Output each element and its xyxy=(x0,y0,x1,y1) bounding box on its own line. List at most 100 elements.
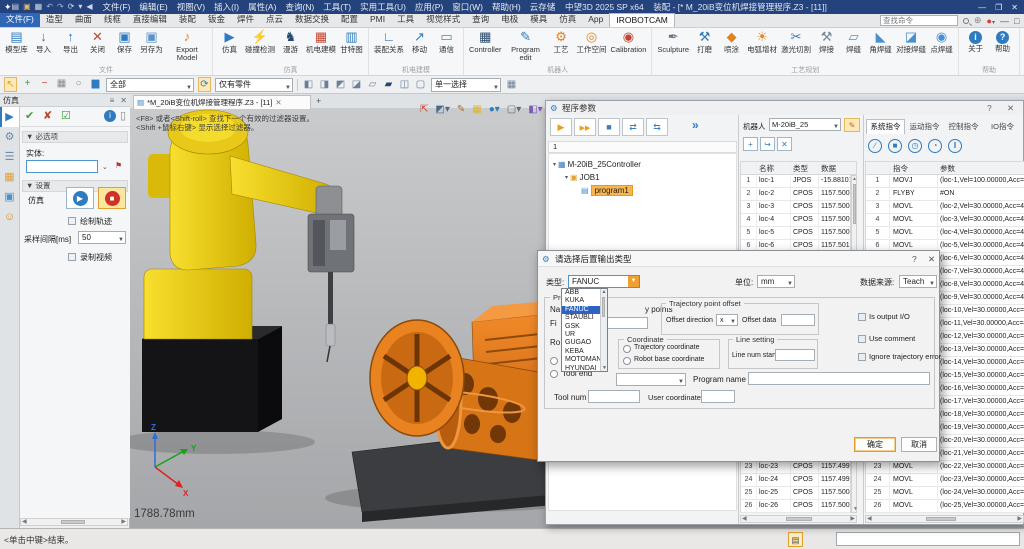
command-row[interactable]: 26 MOVL (loc-25,Vel=30.00000,Acc=40.0 xyxy=(866,500,1024,513)
quick-access-icon[interactable]: ▤ xyxy=(12,1,20,13)
tool-end-radio[interactable] xyxy=(550,370,558,378)
ribbon-tab[interactable]: 工具 xyxy=(391,13,420,27)
entity-filter-icon[interactable]: ▰ xyxy=(382,78,395,91)
panel-strip-icon[interactable]: ☺ xyxy=(0,207,19,227)
ribbon-tab[interactable]: 钣金 xyxy=(202,13,231,27)
toolbar-icon[interactable]: ▦ xyxy=(55,77,68,92)
quick-access-icon[interactable]: ▦ xyxy=(35,1,43,13)
view-toolbar-icon[interactable]: ✎ xyxy=(457,104,465,115)
column-header-params[interactable]: 参数 xyxy=(938,162,1024,174)
toolbar-icon[interactable]: ↖ xyxy=(4,77,17,92)
ribbon-button[interactable]: ▦ 机电建模 xyxy=(304,29,338,67)
ribbon-button[interactable]: ◉ 点焊缝 xyxy=(928,29,955,67)
trajectory-coordinate-radio[interactable] xyxy=(623,345,631,353)
location-toolbar-button[interactable]: + xyxy=(743,137,758,151)
quick-access-icon[interactable]: ▾ xyxy=(78,1,82,13)
ribbon-button[interactable]: ▣ 保存 xyxy=(111,29,138,67)
command-tab[interactable]: 运动指令 xyxy=(905,119,944,134)
dialog-help-icon[interactable]: ? xyxy=(912,251,917,267)
dropdown-item[interactable]: KUKA xyxy=(562,297,601,305)
type-combobox[interactable]: FANUC ▼ xyxy=(568,275,640,288)
view-toolbar-icon[interactable]: ●▾ xyxy=(489,104,500,115)
joint-space-radio[interactable] xyxy=(550,357,558,365)
ribbon-button[interactable]: ▶ 仿真 xyxy=(216,29,243,67)
ribbon-button[interactable]: ↗ 移动 xyxy=(406,29,433,67)
ribbon-tab[interactable]: 配置 xyxy=(335,13,364,27)
location-row[interactable]: 23 loc-23 CPOS 1157.4999 xyxy=(741,461,850,474)
ribbon-button[interactable]: ▥ 甘特图 xyxy=(338,29,365,67)
locations-horizontal-scrollbar[interactable]: ◀ ▶ xyxy=(740,515,857,523)
location-toolbar-button[interactable]: ↪ xyxy=(760,137,775,151)
ribbon-button[interactable]: ? 帮助 xyxy=(989,29,1016,67)
ribbon-button[interactable]: ♞ 漫游 xyxy=(277,29,304,67)
menu-item[interactable]: 查询(N) xyxy=(285,1,314,13)
is-output-io-checkbox[interactable] xyxy=(858,313,866,321)
toolbar-icon[interactable]: − xyxy=(38,77,51,92)
help-menu-icon[interactable]: ●▾ xyxy=(987,16,995,26)
dropdown-item[interactable]: HYUNDAI xyxy=(562,365,601,373)
ribbon-tab[interactable]: 文件(F) xyxy=(0,13,40,27)
program-toolbar-button[interactable]: ⇄ xyxy=(622,118,644,136)
simulate-play-button[interactable]: ▶ xyxy=(66,187,94,209)
panel-horizontal-scrollbar[interactable]: ◀ ▶ xyxy=(20,518,128,526)
program-name-input[interactable] xyxy=(748,372,930,385)
ribbon-button[interactable]: ◪ 对接焊缝 xyxy=(894,29,928,67)
ribbon-button[interactable]: ⚙ 工艺 xyxy=(548,29,575,67)
user-coordinate-input[interactable] xyxy=(701,390,735,403)
ribbon-button[interactable]: ◉ Calibration xyxy=(609,29,649,67)
ribbon-button[interactable]: ✒ Sculpture xyxy=(655,29,691,67)
panel-close-icon[interactable]: ✕ xyxy=(120,94,127,107)
toolbar-icon[interactable]: ○ xyxy=(72,77,85,92)
menu-item[interactable]: 工具(T) xyxy=(323,1,351,13)
ribbon-tab[interactable]: PMI xyxy=(364,13,391,27)
refresh-filter-icon[interactable]: ⟳ xyxy=(198,77,211,92)
view-toolbar-icon[interactable]: ▦ xyxy=(472,104,481,115)
ribbon-tab[interactable]: 查询 xyxy=(466,13,495,27)
panel-menu-icon[interactable]: ≡ xyxy=(110,94,115,107)
dialog-close-icon[interactable]: ✕ xyxy=(928,251,935,267)
location-toolbar-button[interactable]: ✕ xyxy=(777,137,792,151)
panel-strip-icon[interactable]: ⚙ xyxy=(0,127,19,147)
selection-mode-combobox[interactable]: 单一选择 ▼ xyxy=(431,77,501,92)
dropdown-item[interactable]: MOTOMAN xyxy=(562,356,601,364)
unit-combobox[interactable]: mm ▼ xyxy=(757,275,795,288)
program-toolbar-button[interactable]: ⇆ xyxy=(646,118,668,136)
quick-access-icon[interactable]: ▣ xyxy=(23,1,31,13)
line-num-start-input[interactable] xyxy=(775,349,815,361)
data-source-combobox[interactable]: Teach ▼ xyxy=(899,275,937,288)
ignore-error-checkbox[interactable] xyxy=(858,353,866,361)
menu-item[interactable]: 实用工具(U) xyxy=(360,1,406,13)
menu-item[interactable]: 窗口(W) xyxy=(452,1,483,13)
quick-access-icon[interactable]: ⟳ xyxy=(68,1,75,13)
cancel-icon[interactable]: ✘ xyxy=(43,107,52,126)
ribbon-button[interactable]: ⚒ 焊接 xyxy=(813,29,840,67)
ribbon-tab[interactable]: 数据交换 xyxy=(289,13,335,27)
ribbon-button[interactable]: ✕ 关闭 xyxy=(84,29,111,67)
quick-access-icon[interactable]: ◀ xyxy=(86,1,92,13)
panel-close-icon[interactable]: ✕ xyxy=(1007,101,1014,115)
tree-node-controller[interactable]: ▾ ▦ M-20iB_25Controller xyxy=(553,158,641,170)
ribbon-button[interactable]: ♪ Export Model xyxy=(165,29,209,67)
ribbon-tab[interactable]: 直接编辑 xyxy=(127,13,173,27)
ribbon-button[interactable]: ✎ Program edit xyxy=(504,29,548,67)
entity-filter-icon[interactable]: ▢ xyxy=(414,78,427,91)
dropdown-item[interactable]: ABB xyxy=(562,289,601,297)
panel-strip-icon[interactable]: ▣ xyxy=(0,187,19,207)
ribbon-tab[interactable]: 电极 xyxy=(495,13,524,27)
command-row[interactable]: 25 MOVL (loc-24,Vel=30.00000,Acc=40.0 xyxy=(866,487,1024,500)
menu-item[interactable]: 帮助(H) xyxy=(492,1,521,13)
draw-track-checkbox[interactable] xyxy=(68,217,76,225)
dropdown-item[interactable]: FANUC xyxy=(562,305,601,315)
offset-data-input[interactable] xyxy=(781,314,815,326)
view-toolbar-icon[interactable]: ◩▾ xyxy=(435,104,449,115)
scrollbar-thumb[interactable] xyxy=(926,517,956,521)
document-tab[interactable]: ▤ *M_20iB变位机焊接管理程序.Z3 - [11] ✕ xyxy=(133,95,311,109)
ribbon-button[interactable]: i 关于 xyxy=(962,29,989,67)
expand-toolbar-icon[interactable]: » xyxy=(692,118,699,132)
menu-item[interactable]: 云存储 xyxy=(530,1,556,13)
command-toolbar-icon[interactable]: ■ xyxy=(888,139,902,153)
toolbar-icon[interactable]: ▆ xyxy=(89,77,102,92)
tree-node-program[interactable]: ▤ program1 xyxy=(581,184,633,196)
menu-item[interactable]: 编辑(E) xyxy=(139,1,167,13)
ribbon-tab[interactable]: 造型 xyxy=(40,13,69,27)
